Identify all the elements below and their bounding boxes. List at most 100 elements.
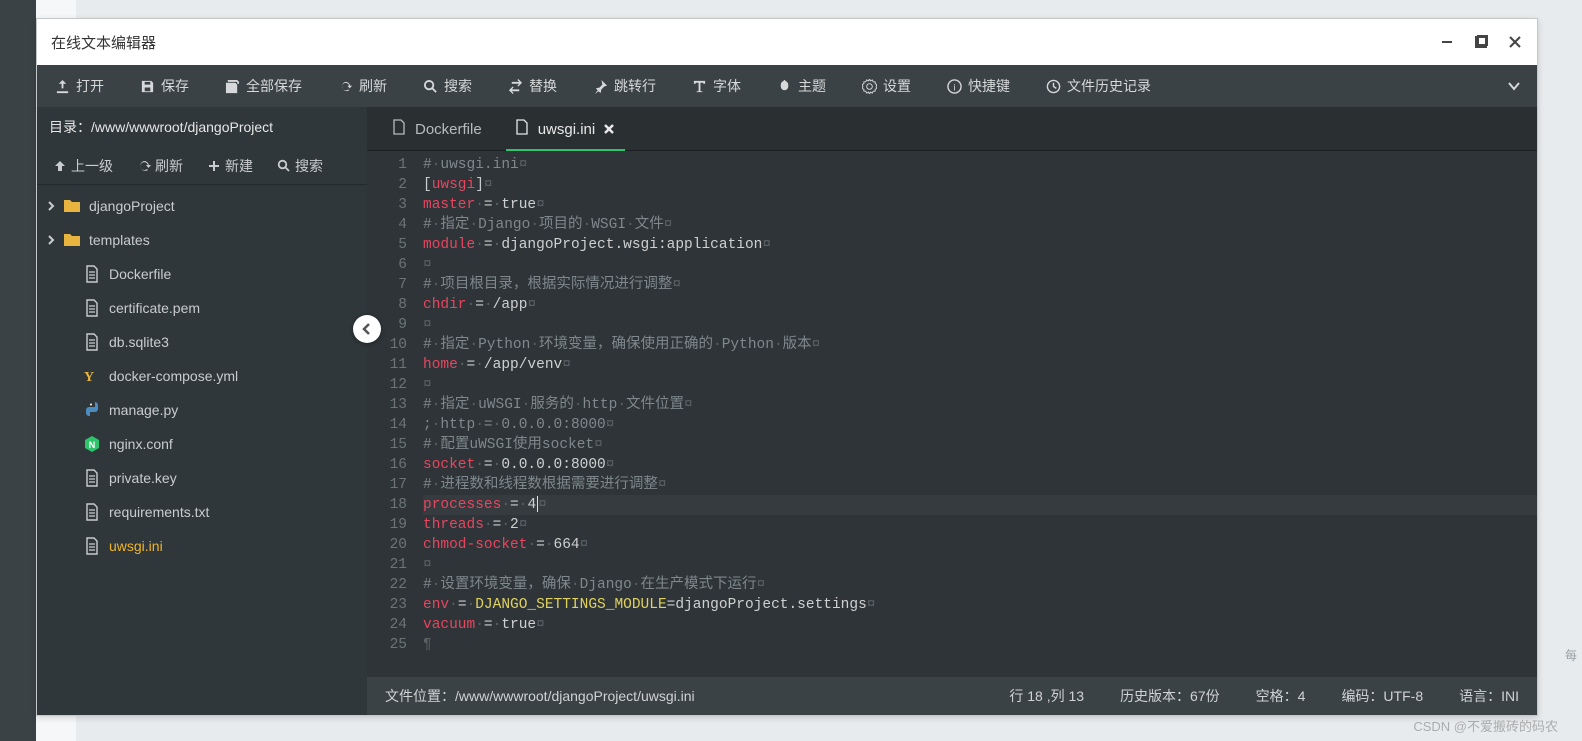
- file-item[interactable]: Nnginx.conf: [37, 427, 367, 461]
- tree-item-label: Dockerfile: [109, 266, 171, 282]
- file-item[interactable]: manage.py: [37, 393, 367, 427]
- tree-item-label: uwsgi.ini: [109, 538, 163, 554]
- tree-item-label: nginx.conf: [109, 436, 173, 452]
- chevron-right-icon: [45, 233, 59, 247]
- settings-button[interactable]: 设置: [844, 65, 929, 107]
- file-icon: [83, 333, 101, 351]
- close-icon[interactable]: [603, 122, 617, 136]
- toolbar-more-button[interactable]: [1491, 65, 1537, 107]
- minimize-button[interactable]: [1439, 34, 1455, 50]
- svg-text:N: N: [89, 440, 96, 450]
- file-icon: [83, 537, 101, 555]
- shortcut-button[interactable]: i快捷键: [929, 65, 1028, 107]
- up-button[interactable]: 上一级: [43, 147, 123, 184]
- pin-icon: [593, 79, 608, 94]
- file-item[interactable]: certificate.pem: [37, 291, 367, 325]
- save-all-button[interactable]: 全部保存: [207, 65, 320, 107]
- collapse-sidebar-button[interactable]: [353, 315, 381, 343]
- file-icon: [391, 119, 407, 139]
- file-item[interactable]: db.sqlite3: [37, 325, 367, 359]
- file-icon: [83, 299, 101, 317]
- editor-column: Dockerfile uwsgi.ini 12345678910111213141…: [367, 107, 1537, 715]
- theme-button[interactable]: 主题: [759, 65, 844, 107]
- save-all-icon: [225, 79, 240, 94]
- editor-tabs: Dockerfile uwsgi.ini: [367, 107, 1537, 151]
- status-bar: 文件位置：/www/wwwroot/djangoProject/uwsgi.in…: [367, 677, 1537, 715]
- folder-item[interactable]: djangoProject: [37, 189, 367, 223]
- language-setting[interactable]: 语言：INI: [1459, 686, 1519, 706]
- font-button[interactable]: 字体: [674, 65, 759, 107]
- file-path-value: /www/wwwroot/djangoProject/uwsgi.ini: [455, 688, 695, 704]
- file-icon: [83, 469, 101, 487]
- file-icon: [83, 265, 101, 283]
- clock-icon: [1046, 79, 1061, 94]
- tree-item-label: docker-compose.yml: [109, 368, 238, 384]
- file-icon: [83, 503, 101, 521]
- save-icon: [140, 79, 155, 94]
- close-button[interactable]: [1507, 34, 1523, 50]
- new-button[interactable]: 新建: [197, 147, 263, 184]
- svg-text:Y: Y: [84, 370, 94, 385]
- watermark-text: CSDN @不爱搬砖的码农: [1413, 716, 1558, 735]
- open-button[interactable]: 打开: [37, 65, 122, 107]
- file-item[interactable]: uwsgi.ini: [37, 529, 367, 563]
- yml-icon: Y: [83, 367, 101, 385]
- file-item[interactable]: Ydocker-compose.yml: [37, 359, 367, 393]
- search-button[interactable]: 搜索: [405, 65, 490, 107]
- tree-item-label: db.sqlite3: [109, 334, 169, 350]
- file-item[interactable]: requirements.txt: [37, 495, 367, 529]
- tree-item-label: private.key: [109, 470, 177, 486]
- history-button[interactable]: 文件历史记录: [1028, 65, 1169, 107]
- search-icon: [277, 159, 291, 173]
- code-content[interactable]: #·uwsgi.ini¤[uwsgi]¤master·=·true¤#·指定·D…: [417, 151, 1537, 677]
- nginx-icon: N: [83, 435, 101, 453]
- sidebar-refresh-button[interactable]: 刷新: [127, 147, 193, 184]
- tree-item-label: certificate.pem: [109, 300, 200, 316]
- editor-window: 在线文本编辑器 打开 保存 全部保存 刷新 搜索 替换 跳转行 字体 主题 设置…: [36, 18, 1538, 716]
- replace-icon: [508, 79, 523, 94]
- refresh-icon: [137, 159, 151, 173]
- maximize-button[interactable]: [1473, 34, 1489, 50]
- folder-icon: [63, 231, 81, 249]
- file-item[interactable]: Dockerfile: [37, 257, 367, 291]
- folder-icon: [63, 197, 81, 215]
- cursor-position[interactable]: 行 18 ,列 13: [1009, 686, 1084, 706]
- encoding-setting[interactable]: 编码：UTF-8: [1341, 686, 1423, 706]
- tree-item-label: requirements.txt: [109, 504, 209, 520]
- tree-item-label: manage.py: [109, 402, 178, 418]
- info-icon: i: [947, 79, 962, 94]
- tab-dockerfile[interactable]: Dockerfile: [375, 108, 498, 150]
- cut-off-text: 每: [1560, 630, 1582, 680]
- arrow-up-icon: [53, 159, 67, 173]
- file-sidebar: 目录：/www/wwwroot/djangoProject 上一级 刷新 新建 …: [37, 107, 367, 715]
- folder-item[interactable]: templates: [37, 223, 367, 257]
- tab-uwsgi-ini[interactable]: uwsgi.ini: [498, 108, 634, 150]
- file-item[interactable]: private.key: [37, 461, 367, 495]
- theme-icon: [777, 79, 792, 94]
- tab-label: uwsgi.ini: [538, 121, 596, 138]
- window-title: 在线文本编辑器: [51, 32, 1439, 53]
- tree-item-label: templates: [89, 232, 150, 248]
- refresh-icon: [338, 79, 353, 94]
- py-icon: [83, 401, 101, 419]
- titlebar: 在线文本编辑器: [37, 19, 1537, 65]
- file-path-label: 文件位置：: [385, 688, 455, 704]
- tab-label: Dockerfile: [415, 121, 482, 138]
- line-gutter: 1234567891011121314151617181920212223242…: [367, 151, 417, 677]
- sidebar-search-button[interactable]: 搜索: [267, 147, 333, 184]
- search-icon: [423, 79, 438, 94]
- indent-setting[interactable]: 空格：4: [1256, 686, 1306, 706]
- file-tree: djangoProject templates Dockerfile certific…: [37, 185, 367, 715]
- save-button[interactable]: 保存: [122, 65, 207, 107]
- chevron-right-icon: [45, 199, 59, 213]
- plus-icon: [207, 159, 221, 173]
- code-editor[interactable]: 1234567891011121314151617181920212223242…: [367, 151, 1537, 677]
- font-icon: [692, 79, 707, 94]
- history-version[interactable]: 历史版本：67份: [1120, 686, 1220, 706]
- replace-button[interactable]: 替换: [490, 65, 575, 107]
- file-icon: [514, 119, 530, 139]
- upload-icon: [55, 79, 70, 94]
- refresh-button[interactable]: 刷新: [320, 65, 405, 107]
- tree-item-label: djangoProject: [89, 198, 175, 214]
- goto-button[interactable]: 跳转行: [575, 65, 674, 107]
